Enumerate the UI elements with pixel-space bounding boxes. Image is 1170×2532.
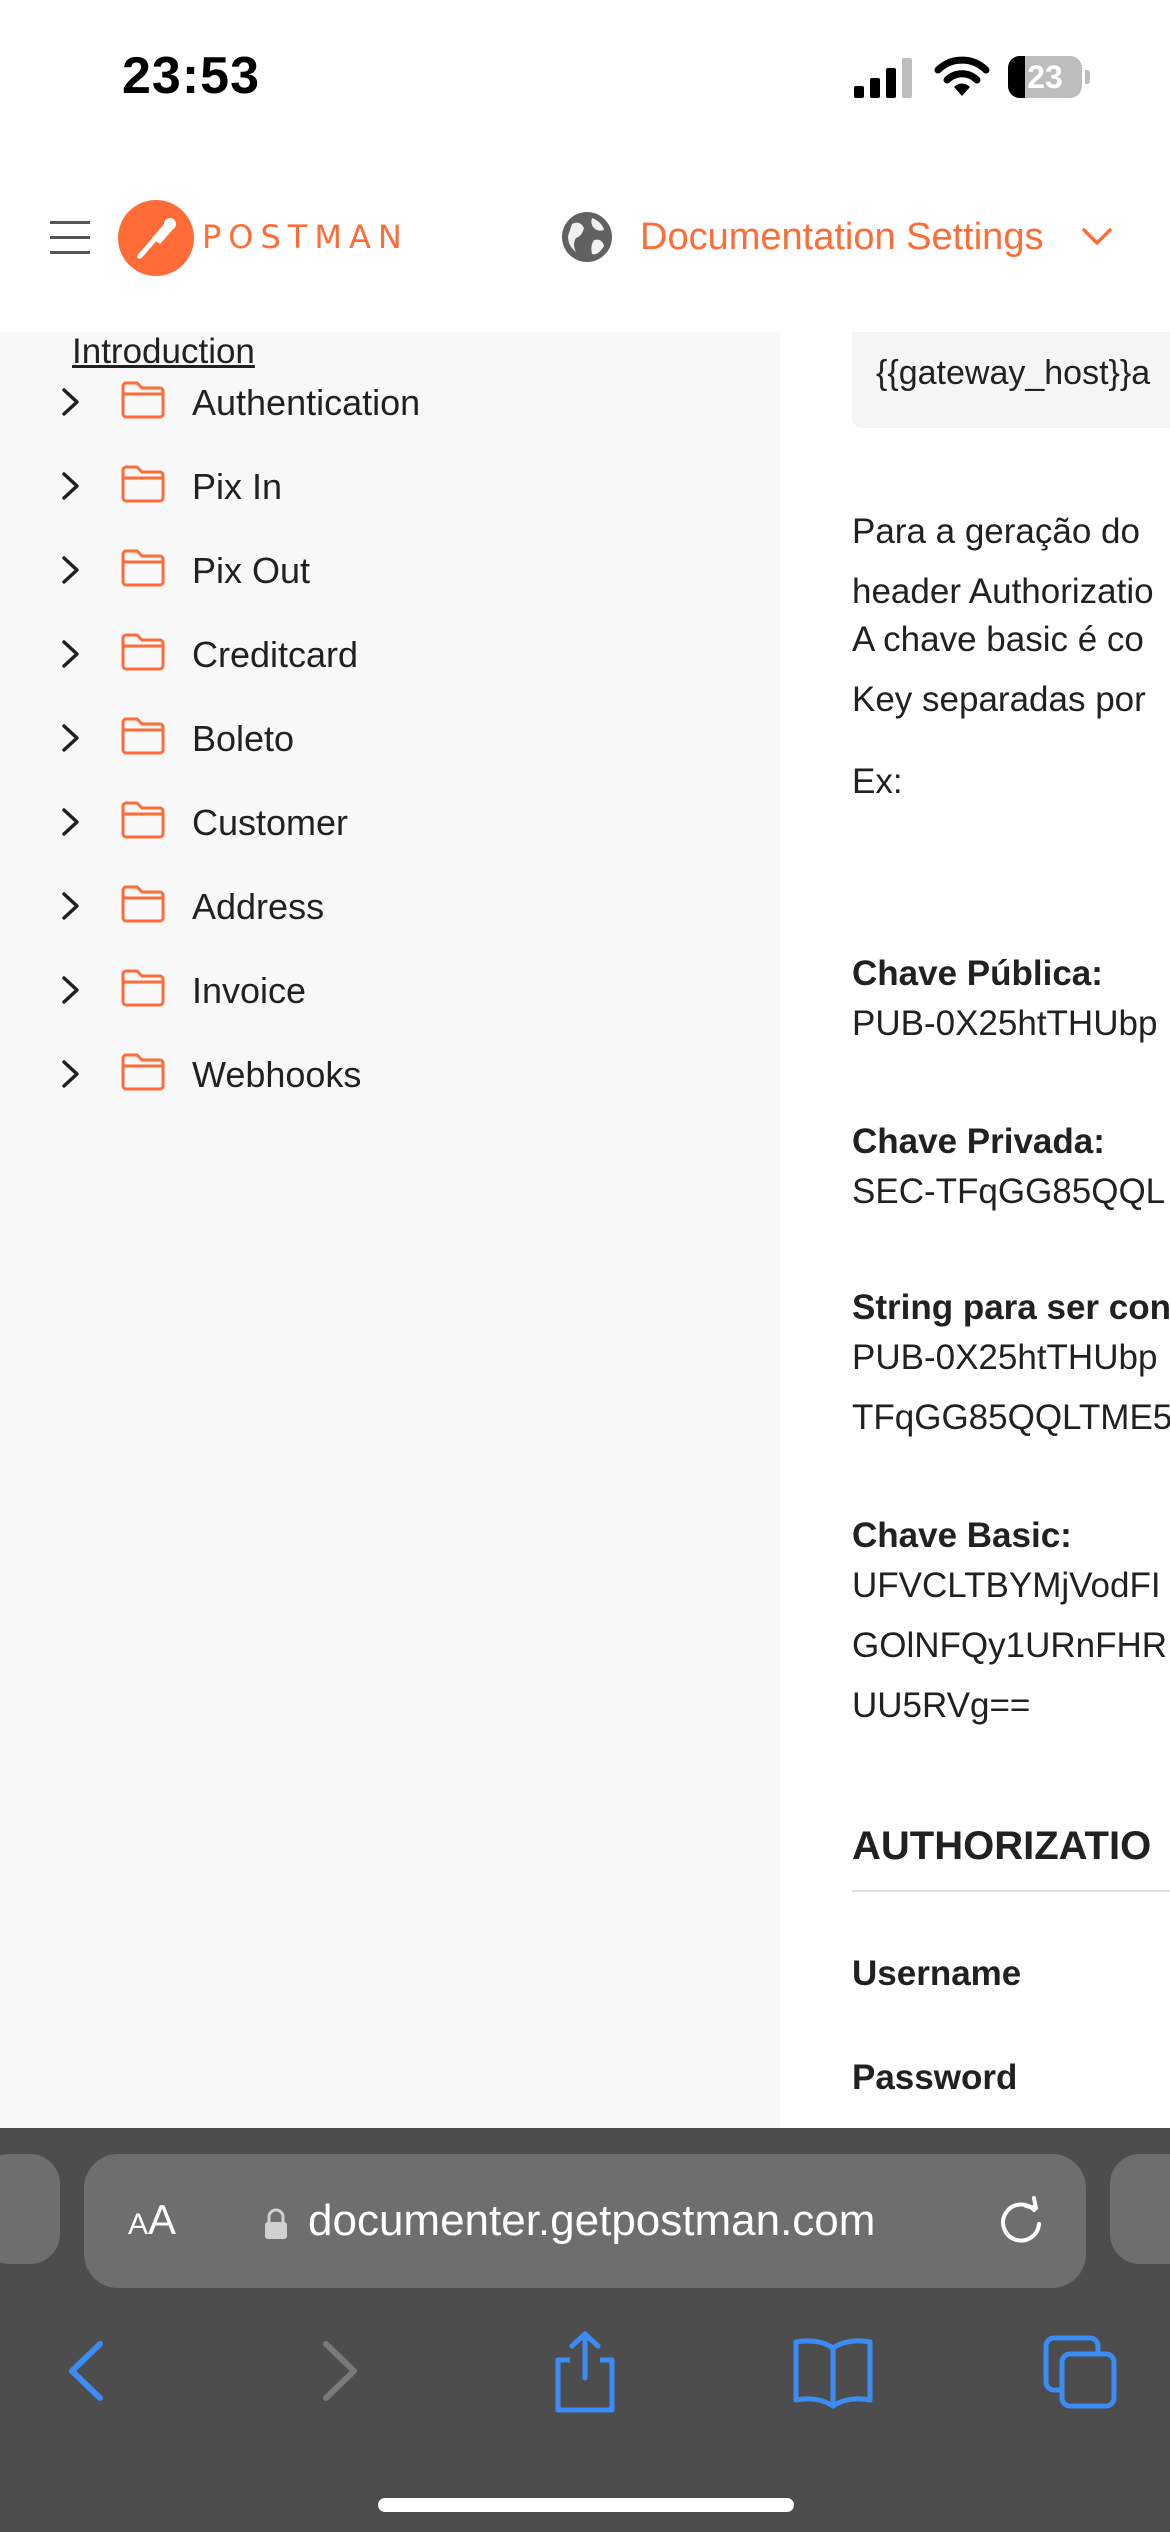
sidebar: Introduction Authentication Pix In Pix Out… — [0, 332, 780, 2128]
chevron-right-icon[interactable] — [58, 468, 84, 504]
sidebar-item-label: Invoice — [192, 970, 307, 1011]
postman-logo-icon[interactable] — [118, 200, 194, 276]
sidebar-item-label: Webhooks — [192, 1054, 362, 1095]
folder-icon — [121, 549, 165, 587]
public-key-label: Chave Pública: — [852, 954, 1103, 993]
globe-icon[interactable] — [560, 210, 614, 264]
back-arrow-icon[interactable] — [42, 2326, 132, 2416]
sidebar-item[interactable]: Authentication — [0, 360, 780, 444]
chevron-right-icon[interactable] — [58, 636, 84, 672]
basic-key-line: GOlNFQy1URnFHR — [852, 1626, 1168, 1665]
paragraph-line: A chave basic é co — [852, 620, 1144, 659]
private-key-value: SEC-TFqGG85QQL — [852, 1172, 1166, 1211]
folder-icon — [121, 801, 165, 839]
folder-icon — [121, 465, 165, 503]
username-label: Username — [852, 1954, 1022, 1993]
sidebar-item[interactable]: Webhooks — [0, 1032, 780, 1116]
string-value-line: TFqGG85QQLTME5 — [852, 1398, 1170, 1437]
sidebar-item-label: Address — [192, 886, 325, 927]
sidebar-item-label: Boleto — [192, 718, 295, 759]
status-time: 23:53 — [122, 47, 260, 105]
url-text[interactable]: documenter.getpostman.com — [308, 2196, 875, 2246]
sidebar-item-label: Pix Out — [192, 550, 311, 591]
string-value-line: PUB-0X25htTHUbp — [852, 1338, 1158, 1377]
sidebar-item[interactable]: Invoice — [0, 948, 780, 1032]
chevron-right-icon[interactable] — [58, 972, 84, 1008]
status-bar: 23:53 23 — [0, 0, 1170, 160]
app-header: POSTMAN Documentation Settings — [0, 160, 1170, 332]
previous-tab-preview[interactable] — [0, 2154, 60, 2264]
sidebar-item[interactable]: Creditcard — [0, 612, 780, 696]
chevron-right-icon[interactable] — [58, 1056, 84, 1092]
folder-icon — [121, 969, 165, 1007]
paragraph-line: Para a geração do — [852, 512, 1140, 551]
basic-key-line: UU5RVg== — [852, 1686, 1031, 1725]
tabs-icon[interactable] — [1036, 2326, 1126, 2416]
hamburger-menu-icon[interactable] — [50, 217, 90, 257]
sidebar-item[interactable]: Address — [0, 864, 780, 948]
folder-icon — [121, 381, 165, 419]
basic-key-line: UFVCLTBYMjVodFI — [852, 1566, 1161, 1605]
folder-icon — [121, 717, 165, 755]
chevron-down-icon[interactable] — [1080, 222, 1114, 252]
reader-text-size-button[interactable]: AA — [128, 2196, 176, 2244]
section-divider — [852, 1890, 1170, 1892]
password-label: Password — [852, 2058, 1018, 2097]
browser-toolbar — [0, 2296, 1170, 2532]
battery-indicator: 23 — [1008, 56, 1090, 98]
sidebar-item[interactable]: Pix In — [0, 444, 780, 528]
browser-address-area: AA documenter.getpostman.com — [0, 2128, 1170, 2296]
sidebar-item[interactable]: Pix Out — [0, 528, 780, 612]
sidebar-item[interactable]: Customer — [0, 780, 780, 864]
main-content: {{gateway_host}}a Para a geração do head… — [780, 332, 1170, 2128]
public-key-value: PUB-0X25htTHUbp — [852, 1004, 1158, 1043]
reload-icon[interactable] — [994, 2194, 1048, 2248]
basic-key-label: Chave Basic: — [852, 1516, 1072, 1555]
sidebar-item-label: Creditcard — [192, 634, 359, 675]
forward-arrow-icon[interactable] — [294, 2326, 384, 2416]
folder-icon — [121, 885, 165, 923]
sidebar-item[interactable]: Boleto — [0, 696, 780, 780]
address-bar[interactable]: AA documenter.getpostman.com — [84, 2154, 1086, 2288]
chevron-right-icon[interactable] — [58, 888, 84, 924]
chevron-right-icon[interactable] — [58, 384, 84, 420]
next-tab-preview[interactable] — [1110, 2154, 1170, 2264]
code-snippet: {{gateway_host}}a — [876, 354, 1151, 392]
chevron-right-icon[interactable] — [58, 552, 84, 588]
home-indicator — [378, 2498, 794, 2512]
string-label: String para ser con — [852, 1288, 1170, 1327]
logo-text: POSTMAN — [202, 218, 409, 256]
battery-percentage: 23 — [1027, 59, 1063, 95]
private-key-label: Chave Privada: — [852, 1122, 1105, 1161]
folder-icon — [121, 1053, 165, 1091]
wifi-icon — [934, 56, 990, 96]
chevron-right-icon[interactable] — [58, 720, 84, 756]
chevron-right-icon[interactable] — [58, 804, 84, 840]
example-label: Ex: — [852, 762, 903, 801]
sidebar-item-label: Pix In — [192, 466, 283, 507]
share-icon[interactable] — [540, 2326, 630, 2416]
paragraph-line: Key separadas por — [852, 680, 1146, 719]
lock-icon — [265, 2208, 287, 2239]
cellular-signal-icon — [854, 58, 912, 98]
documentation-settings-button[interactable]: Documentation Settings — [640, 216, 1043, 259]
sidebar-item-label: Authentication — [192, 382, 421, 423]
bookmarks-icon[interactable] — [788, 2326, 878, 2416]
authorization-heading: AUTHORIZATIO — [852, 1824, 1152, 1868]
sidebar-item-label: Customer — [192, 802, 349, 843]
folder-icon — [121, 633, 165, 671]
